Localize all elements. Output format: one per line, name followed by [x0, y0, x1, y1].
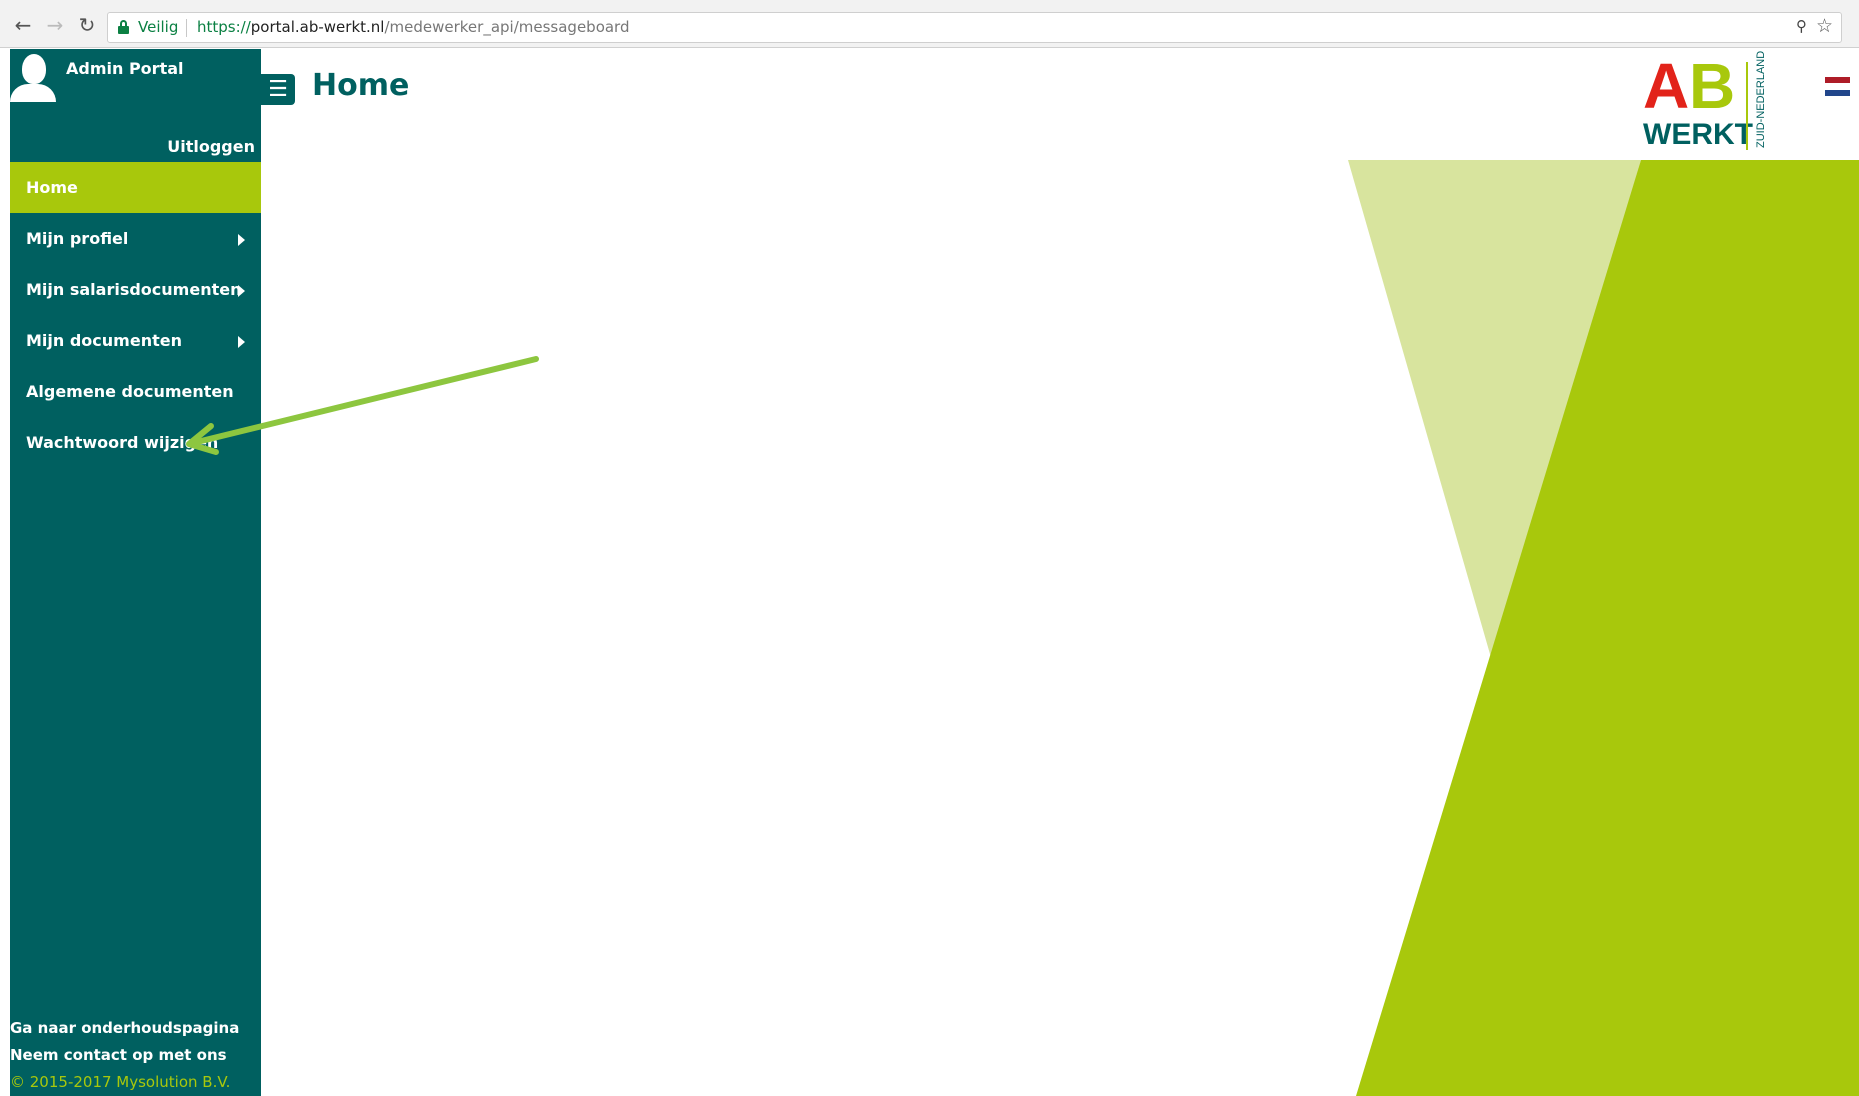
ab-werkt-logo: A B WERKT ZUID-NEDERLAND	[1643, 51, 1771, 155]
copyright-text: © 2015-2017 Mysolution B.V.	[10, 1073, 231, 1091]
reload-button[interactable]: ↻	[76, 14, 98, 36]
decorative-background-shapes	[1348, 160, 1859, 1096]
address-bar[interactable]: Veilig https://portal.ab-werkt.nl/medewe…	[107, 12, 1842, 43]
sidebar-item-mijn-salarisdocumenten[interactable]: Mijn salarisdocumenten	[10, 264, 261, 315]
sidebar-item-label: Mijn documenten	[26, 331, 182, 350]
page: ← → ↻ Veilig https://portal.ab-werkt.nl/…	[0, 0, 1859, 1096]
secure-label: Veilig	[138, 18, 179, 36]
url-host: portal.ab-werkt.nl	[250, 18, 385, 36]
sidebar: Admin Portal Uitloggen Home Mijn profiel…	[10, 49, 261, 1096]
sidebar-item-label: Mijn salarisdocumenten	[26, 280, 242, 299]
logo-divider	[1746, 62, 1748, 150]
dutch-flag-icon[interactable]	[1825, 77, 1850, 96]
url-text[interactable]: https://portal.ab-werkt.nl/medewerker_ap…	[197, 18, 630, 36]
contact-link[interactable]: Neem contact op met ons	[10, 1042, 261, 1069]
back-button[interactable]: ←	[12, 14, 34, 36]
sidebar-menu: Home Mijn profiel Mijn salarisdocumenten…	[10, 162, 261, 468]
sidebar-item-mijn-profiel[interactable]: Mijn profiel	[10, 213, 261, 264]
logo-letter-a: A	[1643, 50, 1690, 122]
sidebar-item-label: Algemene documenten	[26, 382, 234, 401]
logo-region-text: ZUID-NEDERLAND	[1755, 50, 1767, 148]
bookmark-star-icon[interactable]: ☆	[1816, 15, 1833, 37]
sidebar-item-algemene-documenten[interactable]: Algemene documenten	[10, 366, 261, 417]
url-scheme: https://	[197, 18, 251, 36]
caret-right-icon	[238, 234, 245, 246]
browser-toolbar: ← → ↻ Veilig https://portal.ab-werkt.nl/…	[0, 0, 1859, 48]
url-path: /medewerker_api/messageboard	[384, 18, 630, 36]
sidebar-item-label: Mijn profiel	[26, 229, 129, 248]
portal-name: Admin Portal	[66, 59, 184, 78]
sidebar-footer: Ga naar onderhoudspagina Neem contact op…	[10, 1015, 261, 1096]
key-icon[interactable]: ⚲	[1796, 17, 1807, 35]
logout-link[interactable]: Uitloggen	[167, 137, 255, 156]
sidebar-item-home[interactable]: Home	[10, 162, 261, 213]
logo-region: ZUID-NEDERLAND	[1753, 51, 1767, 150]
hamburger-menu-icon[interactable]: ☰	[261, 74, 295, 105]
sidebar-item-label: Home	[26, 178, 78, 197]
logo-letter-b: B	[1689, 50, 1736, 122]
sidebar-item-mijn-documenten[interactable]: Mijn documenten	[10, 315, 261, 366]
forward-button[interactable]: →	[44, 14, 66, 36]
sidebar-item-label: Wachtwoord wijzigen	[26, 433, 219, 452]
logo-word: WERKT	[1643, 118, 1753, 151]
sidebar-item-wachtwoord-wijzigen[interactable]: Wachtwoord wijzigen	[10, 417, 261, 468]
lock-icon	[118, 20, 129, 34]
caret-right-icon	[238, 285, 245, 297]
maintenance-link[interactable]: Ga naar onderhoudspagina	[10, 1015, 261, 1042]
address-separator	[186, 19, 187, 37]
page-title: Home	[312, 68, 410, 103]
user-avatar-icon	[10, 54, 58, 102]
caret-right-icon	[238, 336, 245, 348]
